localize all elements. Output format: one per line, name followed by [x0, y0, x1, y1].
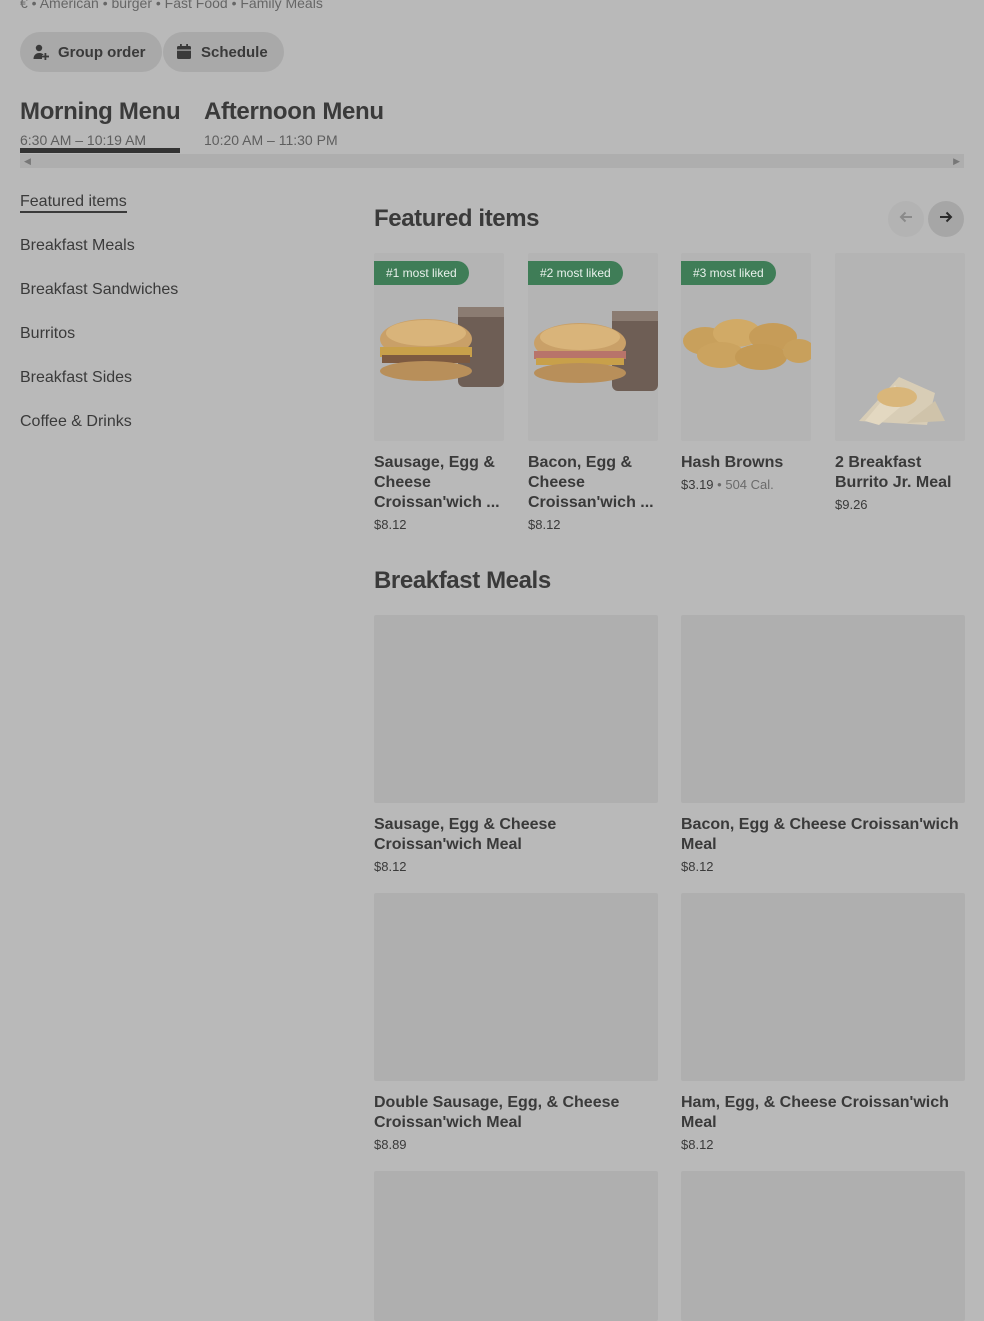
add-person-icon — [32, 43, 50, 61]
meal-image-placeholder — [374, 1171, 658, 1321]
item-price: $9.26 — [835, 497, 868, 512]
arrow-left-icon — [897, 208, 915, 231]
restaurant-tags: € • American • burger • Fast Food • Fami… — [20, 0, 323, 11]
meal-image-placeholder — [681, 893, 965, 1081]
most-liked-badge: #2 most liked — [528, 261, 623, 285]
meal-item-card[interactable]: Sausage, Egg & Cheese Croissan'wich Meal… — [374, 615, 658, 874]
food-image: #3 most liked — [681, 253, 811, 441]
menu-title: Afternoon Menu — [204, 98, 384, 125]
item-name: 2 Breakfast Burrito Jr. Meal — [835, 454, 952, 491]
schedule-button[interactable]: Schedule — [163, 32, 284, 72]
item-name: Bacon, Egg & Cheese Croissan'wich ... — [528, 454, 654, 511]
sidebar-item-label: Burritos — [20, 325, 76, 342]
meal-item-card[interactable]: Double Sausage, Egg, & Cheese Croissan'w… — [374, 893, 658, 1152]
scroll-left-arrow-icon[interactable]: ◀ — [24, 156, 31, 166]
scroll-right-arrow-icon[interactable]: ▶ — [953, 156, 960, 166]
featured-item-card[interactable]: #2 most liked Bacon, Egg & Cheese Croiss… — [528, 253, 658, 532]
meal-image-placeholder — [681, 615, 965, 803]
featured-item-card[interactable]: 2 Breakfast Burrito Jr. Meal $9.26 — [835, 253, 965, 512]
item-price: $8.12 — [681, 859, 714, 874]
breakfast-meals-section-title: Breakfast Meals — [374, 567, 551, 594]
schedule-label: Schedule — [201, 43, 268, 61]
sidebar-item-label: Featured items — [20, 193, 127, 213]
menu-hours: 6:30 AM – 10:19 AM — [20, 132, 147, 148]
most-liked-badge: #3 most liked — [681, 261, 776, 285]
active-tab-indicator — [20, 148, 180, 153]
featured-section-title: Featured items — [374, 205, 540, 232]
arrow-right-icon — [937, 208, 955, 231]
sidebar-item-label: Breakfast Sides — [20, 369, 133, 386]
menu-title: Morning Menu — [20, 98, 181, 125]
sidebar-item-label: Breakfast Meals — [20, 237, 135, 254]
horizontal-scrollbar[interactable]: ◀ ▶ — [20, 154, 964, 168]
meal-image-placeholder — [681, 1171, 965, 1321]
sidebar-item-burritos[interactable]: Burritos — [20, 322, 178, 366]
item-name: Ham, Egg, & Cheese Croissan'wich Meal — [681, 1094, 949, 1131]
sidebar-item-breakfast-sides[interactable]: Breakfast Sides — [20, 366, 178, 410]
item-name: Sausage, Egg & Cheese Croissan'wich Meal — [374, 816, 557, 853]
category-sidebar: Featured items Breakfast Meals Breakfast… — [20, 190, 178, 454]
meal-item-card[interactable] — [374, 1171, 658, 1321]
food-image — [835, 253, 965, 441]
sidebar-item-label: Coffee & Drinks — [20, 413, 132, 430]
menu-hours: 10:20 AM – 11:30 PM — [204, 132, 338, 148]
calendar-icon — [175, 43, 193, 61]
group-order-label: Group order — [58, 43, 146, 61]
item-calories: 504 Cal. — [725, 477, 774, 492]
item-price: $8.12 — [681, 1137, 714, 1152]
carousel-prev-button[interactable] — [888, 201, 924, 237]
item-price: $8.12 — [374, 859, 407, 874]
item-price: $8.12 — [374, 517, 407, 532]
food-image: #1 most liked — [374, 253, 504, 441]
tab-afternoon-menu[interactable]: Afternoon Menu 10:20 AM – 11:30 PM — [204, 98, 384, 148]
meal-item-card[interactable]: Ham, Egg, & Cheese Croissan'wich Meal $8… — [681, 893, 965, 1152]
meal-image-placeholder — [374, 893, 658, 1081]
item-price-calories: $3.19 • 504 Cal. — [681, 477, 811, 492]
meal-image-placeholder — [374, 615, 658, 803]
sidebar-item-breakfast-meals[interactable]: Breakfast Meals — [20, 234, 178, 278]
meal-item-card[interactable] — [681, 1171, 965, 1321]
featured-item-card[interactable]: #3 most liked Hash Browns $3.19 • 504 Ca… — [681, 253, 811, 492]
item-name: Bacon, Egg & Cheese Croissan'wich Meal — [681, 816, 959, 853]
item-price: $8.89 — [374, 1137, 407, 1152]
sidebar-item-breakfast-sandwiches[interactable]: Breakfast Sandwiches — [20, 278, 178, 322]
item-price: $3.19 — [681, 477, 714, 492]
item-name: Double Sausage, Egg, & Cheese Croissan'w… — [374, 1094, 620, 1131]
group-order-button[interactable]: Group order — [20, 32, 162, 72]
meal-item-card[interactable]: Bacon, Egg & Cheese Croissan'wich Meal $… — [681, 615, 965, 874]
food-image: #2 most liked — [528, 253, 658, 441]
featured-item-card[interactable]: #1 most liked Sausage, Egg & Cheese Croi… — [374, 253, 504, 532]
tab-morning-menu[interactable]: Morning Menu 6:30 AM – 10:19 AM — [20, 98, 181, 148]
sidebar-item-coffee-drinks[interactable]: Coffee & Drinks — [20, 410, 178, 454]
sidebar-item-label: Breakfast Sandwiches — [20, 281, 179, 298]
item-price: $8.12 — [528, 517, 561, 532]
most-liked-badge: #1 most liked — [374, 261, 469, 285]
carousel-next-button[interactable] — [928, 201, 964, 237]
item-name: Hash Browns — [681, 454, 784, 471]
sidebar-item-featured-items[interactable]: Featured items — [20, 190, 178, 234]
item-name: Sausage, Egg & Cheese Croissan'wich ... — [374, 454, 500, 511]
